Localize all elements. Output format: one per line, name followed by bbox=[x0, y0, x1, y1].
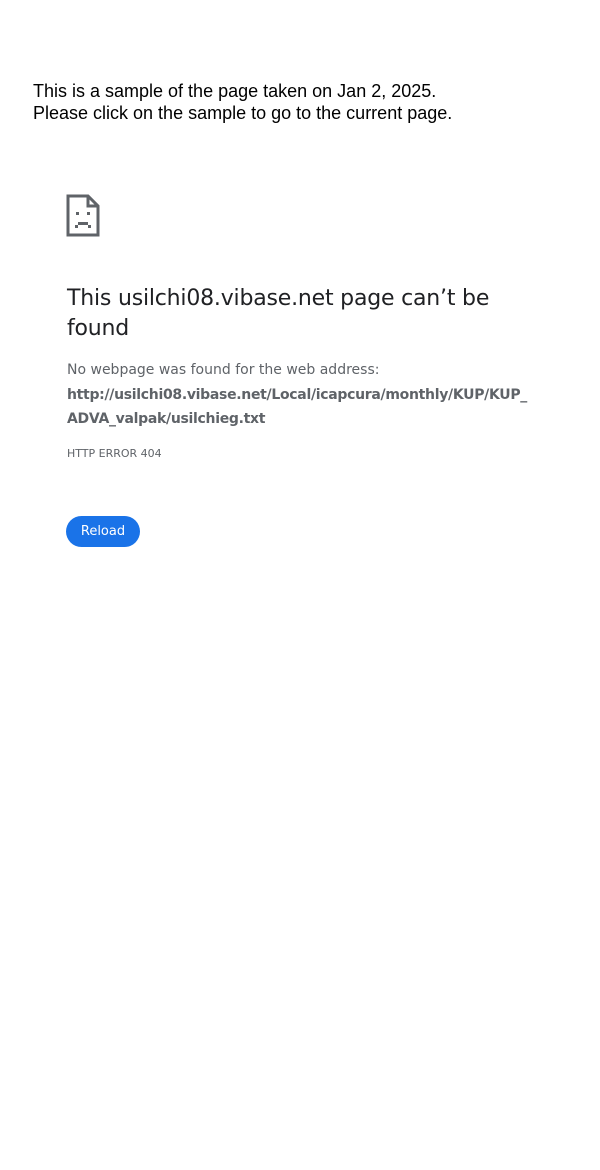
error-url: http://usilchi08.vibase.net/Local/icapcu… bbox=[67, 387, 528, 427]
error-code: HTTP ERROR 404 bbox=[67, 447, 162, 460]
reload-button[interactable]: Reload bbox=[66, 516, 140, 547]
sample-notice: This is a sample of the page taken on Ja… bbox=[33, 80, 452, 124]
error-description: No webpage was found for the web address… bbox=[67, 362, 380, 378]
error-title: This usilchi08.vibase.net page can’t be … bbox=[67, 286, 490, 341]
sad-document-icon bbox=[66, 194, 100, 237]
sample-notice-line-2: Please click on the sample to go to the … bbox=[33, 103, 453, 123]
sample-notice-line-1: This is a sample of the page taken on Ja… bbox=[33, 81, 437, 101]
